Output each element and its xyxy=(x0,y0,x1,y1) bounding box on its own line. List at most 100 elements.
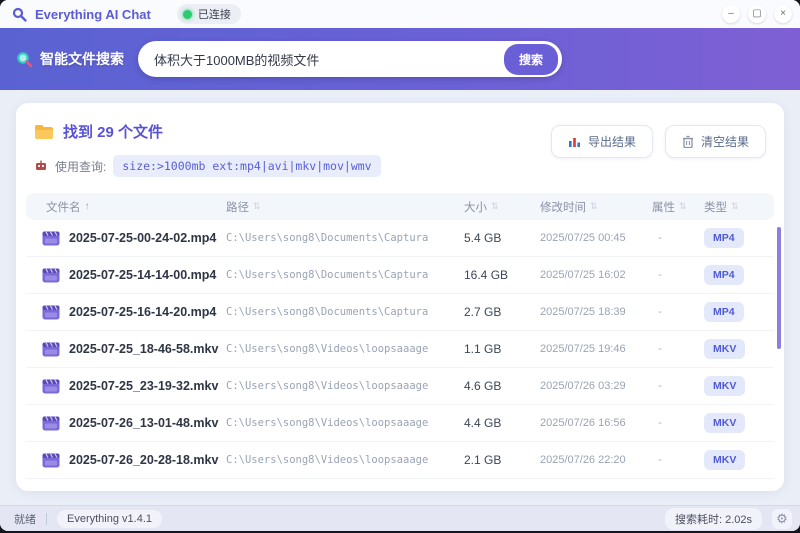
video-file-icon xyxy=(42,231,60,246)
file-attributes: - xyxy=(658,417,662,429)
file-size: 5.4 GB xyxy=(464,231,502,245)
export-chart-icon xyxy=(568,135,581,148)
file-name: 2025-07-26_20-28-18.mkv xyxy=(69,453,219,467)
window-controls: – ▢ × xyxy=(722,5,792,23)
file-name: 2025-07-25_23-19-32.mkv xyxy=(69,379,219,393)
file-path: C:\Users\song8\Videos\loopsaaage xyxy=(226,380,429,392)
column-header-filename[interactable]: 文件名 ↑ xyxy=(30,199,226,215)
table-row[interactable]: 2025-07-26_13-01-48.mkv C:\Users\song8\V… xyxy=(26,405,774,442)
file-name: 2025-07-25_18-46-58.mkv xyxy=(69,342,219,356)
file-modified-time: 2025/07/25 16:02 xyxy=(540,269,626,281)
smart-search-icon xyxy=(16,51,33,68)
file-size: 16.4 GB xyxy=(464,268,509,282)
robot-icon xyxy=(34,160,48,172)
file-attributes: - xyxy=(658,454,662,466)
table-row[interactable]: 2025-07-25_18-46-58.mkv C:\Users\song8\V… xyxy=(26,331,774,368)
table-body: 2025-07-25-00-24-02.mp4 C:\Users\song8\D… xyxy=(26,220,774,479)
file-type-badge: MKV xyxy=(704,339,746,359)
file-path: C:\Users\song8\Videos\loopsaaage xyxy=(226,417,429,429)
file-path: C:\Users\song8\Videos\loopsaaage xyxy=(226,454,429,466)
search-section: 智能文件搜索 搜索 xyxy=(0,28,800,90)
close-button[interactable]: × xyxy=(774,5,792,23)
search-time-badge: 搜索耗时: 2.02s xyxy=(664,507,762,530)
column-header-size[interactable]: 大小 ⇅ xyxy=(464,199,540,215)
file-modified-time: 2025/07/25 00:45 xyxy=(540,232,626,244)
table-row[interactable]: 2025-07-25-00-24-02.mp4 C:\Users\song8\D… xyxy=(26,220,774,257)
file-size: 1.1 GB xyxy=(464,342,502,356)
video-file-icon xyxy=(42,416,60,431)
column-header-modified[interactable]: 修改时间 ⇅ xyxy=(540,199,652,215)
results-table: 文件名 ↑ 路径 ⇅ 大小 ⇅ 修改时间 ⇅ 属性 ⇅ 类型 ⇅ 2025-07… xyxy=(16,189,784,479)
column-header-type[interactable]: 类型 ⇅ xyxy=(704,199,770,215)
connection-status-label: 已连接 xyxy=(197,9,231,21)
maximize-button[interactable]: ▢ xyxy=(748,5,766,23)
file-type-badge: MP4 xyxy=(704,302,744,322)
column-header-attributes[interactable]: 属性 ⇅ xyxy=(652,199,704,215)
video-file-icon xyxy=(42,342,60,357)
query-label: 使用查询: xyxy=(55,159,107,174)
minimize-button[interactable]: – xyxy=(722,5,740,23)
search-input[interactable] xyxy=(154,51,504,67)
table-row[interactable]: 2025-07-25-16-14-20.mp4 C:\Users\song8\D… xyxy=(26,294,774,331)
file-name: 2025-07-25-00-24-02.mp4 xyxy=(69,231,217,245)
sort-icon: ⇅ xyxy=(679,201,687,211)
video-file-icon xyxy=(42,379,60,394)
file-type-badge: MKV xyxy=(704,413,746,433)
clear-results-label: 清空结果 xyxy=(700,135,749,149)
gear-icon[interactable]: ⚙ xyxy=(772,508,792,529)
file-attributes: - xyxy=(658,232,662,244)
table-row[interactable]: 2025-07-25_23-19-32.mkv C:\Users\song8\V… xyxy=(26,368,774,405)
file-size: 4.6 GB xyxy=(464,379,502,393)
sort-icon: ⇅ xyxy=(253,201,261,211)
file-type-badge: MKV xyxy=(704,450,746,470)
search-box: 搜索 xyxy=(138,41,562,77)
file-type-badge: MP4 xyxy=(704,228,744,248)
file-path: C:\Users\song8\Documents\Captura xyxy=(226,232,429,244)
file-name: 2025-07-25-14-14-00.mp4 xyxy=(69,268,217,282)
sort-icon: ⇅ xyxy=(491,201,499,211)
file-name: 2025-07-25-16-14-20.mp4 xyxy=(69,305,217,319)
file-path: C:\Users\song8\Videos\loopsaaage xyxy=(226,343,429,355)
search-button[interactable]: 搜索 xyxy=(503,43,558,75)
file-type-badge: MP4 xyxy=(704,265,744,285)
sort-icon: ⇅ xyxy=(590,201,598,211)
app-title: Everything AI Chat xyxy=(35,6,151,22)
column-header-path[interactable]: 路径 ⇅ xyxy=(226,199,464,215)
statusbar: 就绪 Everything v1.4.1 搜索耗时: 2.02s ⚙ xyxy=(0,505,800,531)
table-row[interactable]: 2025-07-26_20-28-18.mkv C:\Users\song8\V… xyxy=(26,442,774,479)
file-attributes: - xyxy=(658,380,662,392)
table-row[interactable]: 2025-07-25-14-14-00.mp4 C:\Users\song8\D… xyxy=(26,257,774,294)
file-size: 4.4 GB xyxy=(464,416,502,430)
smart-search-label: 智能文件搜索 xyxy=(40,51,124,67)
trash-icon xyxy=(682,135,694,148)
video-file-icon xyxy=(42,305,60,320)
results-card: 找到 29 个文件 使用查询: size:>1000mb ext:mp4|avi… xyxy=(16,103,784,491)
file-name: 2025-07-26_13-01-48.mkv xyxy=(69,416,219,430)
file-path: C:\Users\song8\Documents\Captura xyxy=(226,269,429,281)
file-modified-time: 2025/07/25 18:39 xyxy=(540,306,626,318)
titlebar: Everything AI Chat 已连接 – ▢ × xyxy=(0,0,800,28)
export-results-button[interactable]: 导出结果 xyxy=(550,125,653,158)
status-divider xyxy=(46,512,47,525)
file-modified-time: 2025/07/26 16:56 xyxy=(540,417,626,429)
file-attributes: - xyxy=(658,306,662,318)
file-attributes: - xyxy=(658,343,662,355)
connected-dot-icon xyxy=(182,9,192,19)
app-window: Everything AI Chat 已连接 – ▢ × 智能文件搜索 搜索 xyxy=(0,0,800,531)
query-value-chip: size:>1000mb ext:mp4|avi|mkv|mov|wmv xyxy=(113,155,381,177)
table-scrollbar[interactable] xyxy=(777,227,781,349)
file-attributes: - xyxy=(658,269,662,281)
file-type-badge: MKV xyxy=(704,376,746,396)
file-size: 2.1 GB xyxy=(464,453,502,467)
table-header-row: 文件名 ↑ 路径 ⇅ 大小 ⇅ 修改时间 ⇅ 属性 ⇅ 类型 ⇅ xyxy=(26,193,774,220)
file-size: 2.7 GB xyxy=(464,305,502,319)
video-file-icon xyxy=(42,268,60,283)
clear-results-button[interactable]: 清空结果 xyxy=(664,125,766,158)
main-content: 找到 29 个文件 使用查询: size:>1000mb ext:mp4|avi… xyxy=(0,90,800,505)
file-modified-time: 2025/07/25 19:46 xyxy=(540,343,626,355)
file-path: C:\Users\song8\Documents\Captura xyxy=(226,306,429,318)
sort-icon: ⇅ xyxy=(731,201,739,211)
file-modified-time: 2025/07/26 03:29 xyxy=(540,380,626,392)
sort-ascending-icon: ↑ xyxy=(84,201,90,212)
file-modified-time: 2025/07/26 22:20 xyxy=(540,454,626,466)
